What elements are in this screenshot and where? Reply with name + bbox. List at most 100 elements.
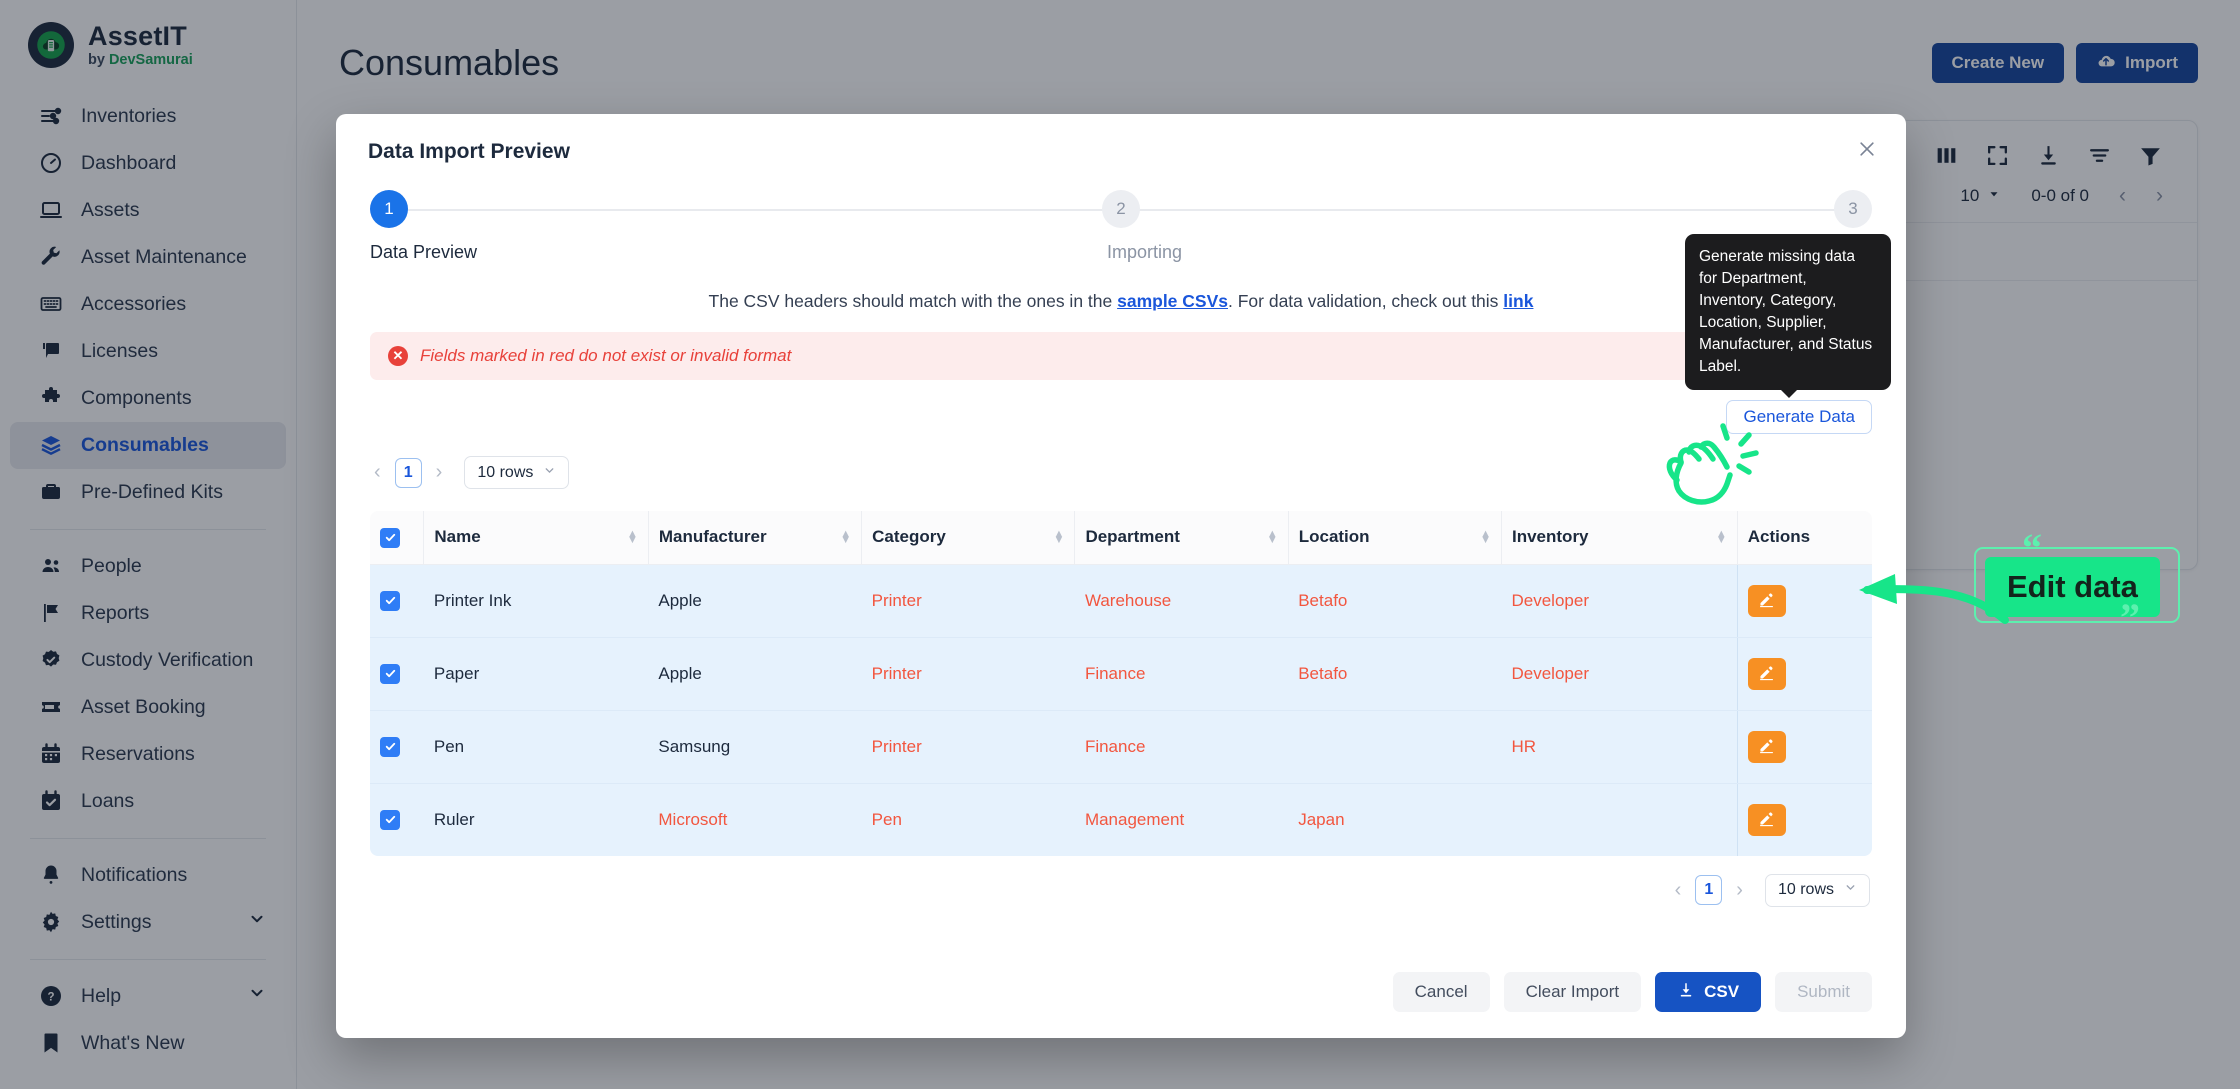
clear-import-button[interactable]: Clear Import (1503, 972, 1642, 1012)
row-checkbox[interactable] (380, 663, 400, 684)
generate-data-label: Generate Data (1743, 407, 1855, 426)
cell-location: Betafo (1288, 637, 1502, 711)
generate-data-tooltip: Generate missing data for Department, In… (1685, 234, 1891, 398)
step-2-label: Importing (1106, 242, 1183, 262)
column-header-department[interactable]: Department ▲ ▼ (1074, 511, 1289, 565)
page-1-button[interactable]: 1 (1695, 875, 1723, 906)
sort-icon[interactable]: ▲ ▼ (840, 529, 851, 546)
import-preview-table-wrap: Name ▲ ▼ Manufacturer ▲ ▼ Category ▲ ▼ Departm… (370, 511, 1872, 856)
row-checkbox[interactable] (380, 736, 400, 757)
table-body: Printer Ink Apple Printer Warehouse Beta… (370, 564, 1872, 856)
column-label: Actions (1747, 527, 1811, 547)
step-1-label: Data Preview (370, 242, 478, 262)
data-import-preview-modal: Data Import Preview 1 2 3 Data Preview I… (336, 114, 1906, 1038)
sort-icon[interactable]: ▲ ▼ (1716, 529, 1727, 546)
pencil-icon (1758, 591, 1775, 611)
cell-name: Pen (423, 710, 649, 784)
rows-per-page-select[interactable]: 10 rows (464, 456, 570, 489)
table-pagination-top: ‹ 1 › 10 rows (336, 434, 1906, 489)
prev-page-button[interactable]: ‹ (370, 461, 385, 484)
select-all-checkbox[interactable] (380, 527, 400, 548)
validation-alert-text: Fields marked in red do not exist or inv… (420, 346, 792, 365)
column-label: Inventory (1512, 527, 1589, 547)
cell-actions (1736, 710, 1872, 784)
table-row[interactable]: Paper Apple Printer Finance Betafo Devel… (370, 637, 1872, 711)
row-select-cell (370, 710, 424, 784)
cell-department: Management (1074, 783, 1289, 856)
cell-inventory: Developer (1501, 637, 1738, 711)
cell-location: Japan (1288, 783, 1502, 856)
select-all-header (370, 511, 425, 565)
column-header-manufacturer[interactable]: Manufacturer ▲ ▼ (648, 511, 863, 565)
cell-category: Printer (861, 710, 1075, 784)
cell-inventory: Developer (1501, 564, 1738, 638)
cell-actions (1736, 564, 1872, 638)
cell-name: Paper (423, 637, 649, 711)
quote-close-icon: ” (2120, 595, 2140, 640)
pencil-icon (1758, 664, 1775, 684)
row-select-cell (370, 783, 424, 856)
table-head: Name ▲ ▼ Manufacturer ▲ ▼ Category ▲ ▼ Departm… (370, 511, 1872, 565)
column-header-name[interactable]: Name ▲ ▼ (423, 511, 649, 565)
cell-category: Printer (861, 564, 1075, 638)
sort-icon[interactable]: ▲ ▼ (1267, 529, 1278, 546)
column-header-location[interactable]: Location ▲ ▼ (1288, 511, 1503, 565)
csv-button[interactable]: CSV (1655, 972, 1762, 1012)
modal-header: Data Import Preview (336, 114, 1906, 164)
import-stepper: 1 2 3 (370, 190, 1872, 228)
edit-row-button[interactable] (1747, 657, 1786, 690)
submit-label: Submit (1797, 982, 1850, 1001)
cell-manufacturer: Microsoft (648, 783, 862, 856)
prev-page-button[interactable]: ‹ (1671, 879, 1686, 902)
sample-csvs-link[interactable]: sample CSVs (1117, 291, 1228, 311)
sort-icon[interactable]: ▲ ▼ (1480, 529, 1491, 546)
column-label: Location (1298, 527, 1370, 547)
column-header-inventory[interactable]: Inventory ▲ ▼ (1501, 511, 1738, 565)
column-label: Manufacturer (658, 527, 767, 547)
table-header-row: Name ▲ ▼ Manufacturer ▲ ▼ Category ▲ ▼ Departm… (370, 511, 1872, 565)
step-1-dot[interactable]: 1 (370, 190, 408, 228)
cell-department: Finance (1074, 710, 1289, 784)
step-2-dot[interactable]: 2 (1102, 190, 1140, 228)
stepper-labels: Data Preview Importing Results (370, 242, 1872, 263)
column-header-category[interactable]: Category ▲ ▼ (861, 511, 1076, 565)
row-checkbox[interactable] (380, 590, 400, 611)
quote-open-icon: “ (2022, 525, 2042, 570)
rows-per-page-value: 10 rows (477, 463, 534, 481)
download-icon (1677, 981, 1695, 1004)
table-row[interactable]: Pen Samsung Printer Finance HR (370, 710, 1872, 784)
step-3-dot[interactable]: 3 (1834, 190, 1872, 228)
cell-actions (1736, 637, 1872, 711)
rows-per-page-value: 10 rows (1777, 881, 1834, 899)
sort-icon[interactable]: ▲ ▼ (627, 529, 638, 546)
table-row[interactable]: Ruler Microsoft Pen Management Japan (370, 783, 1872, 856)
edit-row-button[interactable] (1747, 803, 1786, 836)
next-page-button[interactable]: › (1732, 879, 1747, 902)
rows-per-page-select[interactable]: 10 rows (1764, 873, 1870, 907)
sort-icon[interactable]: ▲ ▼ (1054, 529, 1065, 546)
cell-manufacturer: Apple (648, 564, 862, 638)
validation-alert: ✕ Fields marked in red do not exist or i… (370, 332, 1872, 380)
edit-row-button[interactable] (1747, 584, 1786, 617)
cell-manufacturer: Samsung (648, 710, 862, 784)
validation-link[interactable]: link (1503, 291, 1533, 311)
page-1-button[interactable]: 1 (394, 457, 422, 488)
edit-row-button[interactable] (1747, 730, 1786, 763)
next-page-button[interactable]: › (432, 461, 447, 484)
submit-button[interactable]: Submit (1775, 972, 1872, 1012)
cancel-button[interactable]: Cancel (1392, 972, 1490, 1012)
close-icon[interactable] (1850, 132, 1884, 166)
clear-import-label: Clear Import (1525, 982, 1620, 1001)
cell-name: Printer Ink (423, 564, 649, 638)
csv-hint-part2: . For data validation, check out this (1228, 291, 1504, 311)
cancel-label: Cancel (1414, 982, 1468, 1001)
table-row[interactable]: Printer Ink Apple Printer Warehouse Beta… (370, 564, 1872, 638)
cell-inventory (1501, 783, 1738, 856)
row-checkbox[interactable] (380, 809, 400, 830)
generate-data-button[interactable]: Generate Data (1726, 400, 1872, 434)
cell-inventory: HR (1501, 710, 1738, 784)
column-label: Category (872, 527, 946, 547)
modal-footer: Cancel Clear Import CSV Submit (336, 950, 1906, 1038)
cell-actions (1736, 783, 1872, 856)
chevron-down-icon (1844, 881, 1857, 899)
